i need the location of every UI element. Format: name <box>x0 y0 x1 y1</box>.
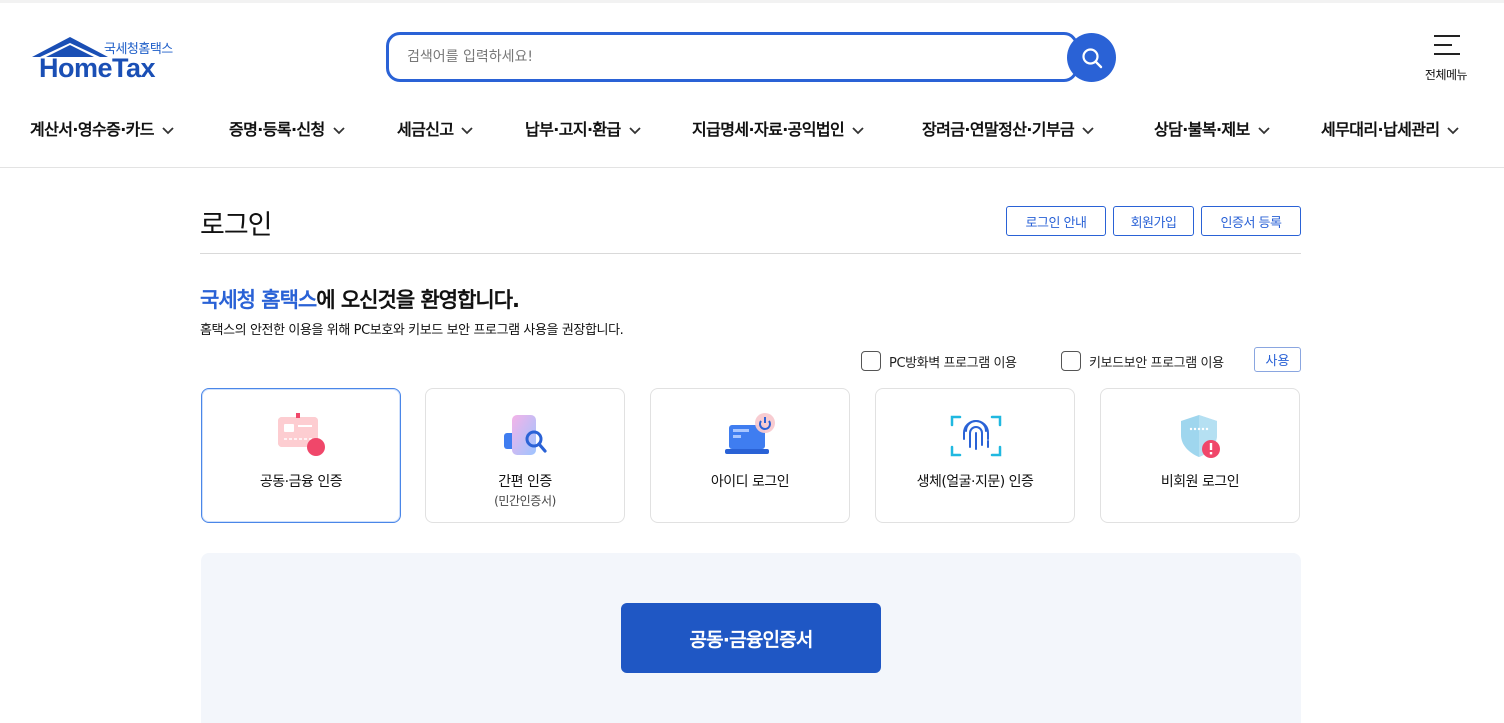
login-method-label: 생체(얼굴·지문) 인증 <box>916 474 1034 490</box>
search-button[interactable] <box>1067 33 1116 82</box>
shield-alert-icon <box>1181 415 1220 458</box>
certificate-login-button[interactable]: 공동·금융인증서 <box>621 603 881 673</box>
title-divider <box>200 253 1301 254</box>
gnb-item[interactable]: 납부·고지·환급 <box>525 116 641 140</box>
gnb-item[interactable]: 장려금·연말정산·기부금 <box>922 116 1094 140</box>
fingerprint-icon <box>950 415 1002 457</box>
gnb-item[interactable]: 계산서·영수증·카드 <box>30 116 174 140</box>
checkbox-label: 키보드보안 프로그램 이용 <box>1089 355 1224 371</box>
chevron-down-icon <box>1447 126 1460 134</box>
welcome-heading: 국세청 홈택스에 오신것을 환영합니다. <box>200 284 520 314</box>
checkbox-box[interactable] <box>1061 351 1081 371</box>
login-method-guest[interactable]: 비회원 로그인 <box>1100 388 1300 523</box>
search-input[interactable] <box>407 44 1047 70</box>
gnb-label: 상담·불복·제보 <box>1154 120 1250 139</box>
keyboard-security-checkbox[interactable]: 키보드보안 프로그램 이용 <box>1061 350 1224 372</box>
login-method-id[interactable]: 아이디 로그인 <box>650 388 850 523</box>
gnb-label: 납부·고지·환급 <box>525 120 621 139</box>
header-divider <box>0 167 1504 168</box>
search-icon <box>1081 47 1102 68</box>
chevron-down-icon <box>1082 126 1094 134</box>
phone-search-icon <box>504 415 547 455</box>
welcome-text: 에 오신것을 환영합니다. <box>316 288 520 312</box>
gnb-label: 계산서·영수증·카드 <box>30 120 155 139</box>
login-guide-button[interactable]: 로그인 안내 <box>1006 206 1106 236</box>
top-border <box>0 0 1504 3</box>
checkbox-label: PC방화벽 프로그램 이용 <box>889 355 1017 371</box>
logo-wordmark: HomeTax <box>39 53 156 83</box>
chevron-down-icon <box>1258 126 1270 134</box>
hamburger-icon <box>1434 35 1460 57</box>
login-method-sublabel: (민간인증서) <box>494 494 556 508</box>
welcome-description: 홈택스의 안전한 이용을 위해 PC보호와 키보드 보안 프로그램 사용을 권장… <box>200 323 624 338</box>
login-method-label: 아이디 로그인 <box>710 474 790 490</box>
search-box <box>386 32 1078 82</box>
chevron-down-icon <box>333 126 345 134</box>
all-menu-button[interactable]: 전체메뉴 <box>1414 32 1478 84</box>
hometax-logo[interactable]: 국세청홈택스 HomeTax <box>30 33 190 85</box>
laptop-power-icon <box>725 413 775 454</box>
login-method-biometric[interactable]: 생체(얼굴·지문) 인증 <box>875 388 1075 523</box>
gnb-item[interactable]: 증명·등록·신청 <box>229 116 345 140</box>
login-method-simple[interactable]: 간편 인증 (민간인증서) <box>425 388 625 523</box>
login-method-label: 공동·금융 인증 <box>259 474 343 490</box>
gnb-label: 세금신고 <box>397 120 454 139</box>
gnb-item[interactable]: 상담·불복·제보 <box>1154 116 1270 140</box>
login-method-label: 비회원 로그인 <box>1160 474 1240 490</box>
checkbox-box[interactable] <box>861 351 881 371</box>
gnb-item[interactable]: 지급명세·자료·공익법인 <box>692 116 864 140</box>
pc-firewall-checkbox[interactable]: PC방화벽 프로그램 이용 <box>861 350 1017 372</box>
use-button[interactable]: 사용 <box>1254 347 1301 372</box>
gnb-label: 세무대리·납세관리 <box>1321 120 1440 139</box>
gnb-label: 지급명세·자료·공익법인 <box>692 120 845 139</box>
all-menu-label: 전체메뉴 <box>1424 68 1468 82</box>
main-navigation: 계산서·영수증·카드 증명·등록·신청 세금신고 납부·고지·환급 지급명세·자… <box>0 110 1504 144</box>
gnb-label: 증명·등록·신청 <box>229 120 325 139</box>
gnb-label: 장려금·연말정산·기부금 <box>922 120 1075 139</box>
chevron-down-icon <box>629 126 641 134</box>
login-method-label: 간편 인증 <box>498 474 552 490</box>
login-method-certificate[interactable]: 공동·금융 인증 <box>201 388 401 523</box>
chevron-down-icon <box>162 126 174 134</box>
welcome-highlight: 국세청 홈택스 <box>200 288 317 312</box>
certificate-card-icon <box>278 413 325 456</box>
page-title: 로그인 <box>200 210 273 241</box>
chevron-down-icon <box>852 126 864 134</box>
register-certificate-button[interactable]: 인증서 등록 <box>1201 206 1301 236</box>
gnb-item[interactable]: 세금신고 <box>397 116 474 140</box>
signup-button[interactable]: 회원가입 <box>1113 206 1194 236</box>
chevron-down-icon <box>461 126 474 134</box>
gnb-item[interactable]: 세무대리·납세관리 <box>1321 116 1460 140</box>
